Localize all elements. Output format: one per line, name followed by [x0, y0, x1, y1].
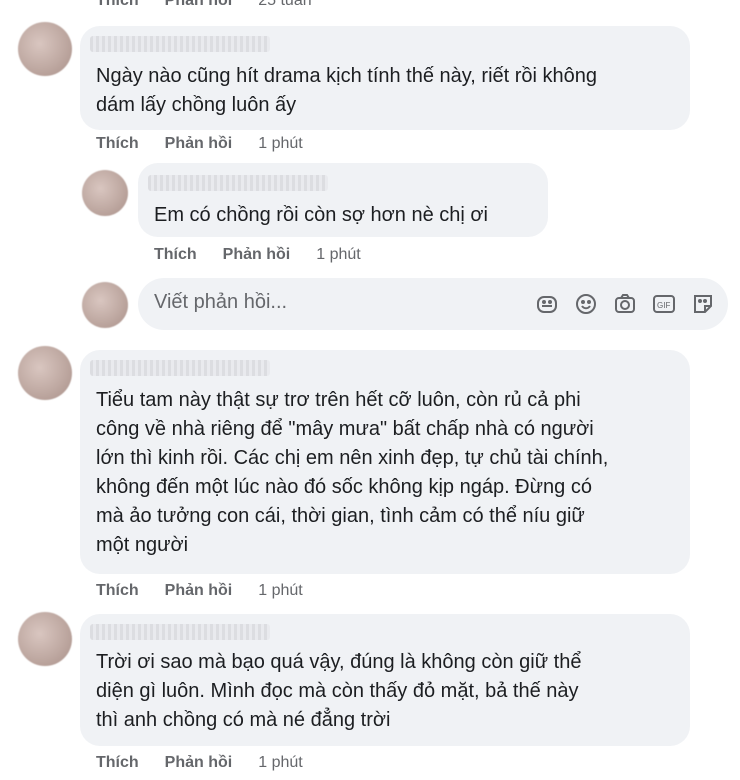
comment-text: Ngày nào cũng hít drama kịch tính thế nà…: [96, 65, 598, 116]
comment-time[interactable]: 1 phút: [258, 754, 302, 772]
comment-time[interactable]: 25 tuần: [258, 0, 311, 10]
comment-time[interactable]: 1 phút: [316, 246, 360, 264]
like-button[interactable]: Thích: [96, 582, 139, 600]
comment-time[interactable]: 1 phút: [258, 135, 302, 153]
camera-icon[interactable]: [612, 291, 638, 317]
comment-text: Em có chồng rồi còn sợ hơn nè chị ơi: [154, 204, 488, 226]
like-button[interactable]: Thích: [154, 246, 197, 264]
reply-tools: GIF: [534, 291, 716, 317]
commenter-name-redacted[interactable]: [90, 624, 270, 640]
svg-text:GIF: GIF: [657, 301, 670, 310]
sticker-icon[interactable]: [534, 291, 560, 317]
like-button[interactable]: Thích: [96, 135, 139, 153]
commenter-name-redacted[interactable]: [90, 36, 270, 52]
comment-text: Tiểu tam này thật sự trơ trên hết cỡ luô…: [96, 389, 609, 556]
comment-actions: Thích Phản hồi 1 phút: [96, 582, 303, 600]
reply-button[interactable]: Phản hồi: [165, 754, 233, 772]
sticker-face-icon[interactable]: [690, 291, 716, 317]
reply-input-placeholder[interactable]: Viết phản hồi...: [154, 291, 287, 314]
comment-text: Trời ơi sao mà bạo quá vậy, đúng là khôn…: [96, 651, 582, 731]
comment-actions: Thích Phản hồi 1 phút: [96, 754, 303, 772]
reply-button[interactable]: Phản hồi: [165, 582, 233, 600]
reply-button[interactable]: Phản hồi: [165, 135, 233, 153]
top-comment-actions: Thích Phản hồi 25 tuần: [96, 0, 312, 10]
avatar: [82, 282, 128, 328]
like-button[interactable]: Thích: [96, 0, 139, 10]
reply-button[interactable]: Phản hồi: [223, 246, 291, 264]
avatar[interactable]: [18, 346, 72, 400]
reply-actions: Thích Phản hồi 1 phút: [154, 246, 361, 264]
comment-bubble: Tiểu tam này thật sự trơ trên hết cỡ luô…: [80, 350, 690, 574]
avatar[interactable]: [18, 612, 72, 666]
avatar[interactable]: [82, 170, 128, 216]
reply-bubble: Em có chồng rồi còn sợ hơn nè chị ơi: [138, 163, 548, 237]
emoji-icon[interactable]: [573, 291, 599, 317]
avatar[interactable]: [18, 22, 72, 76]
reply-button[interactable]: Phản hồi: [165, 0, 233, 10]
commenter-name-redacted[interactable]: [148, 175, 328, 191]
comment-bubble: Trời ơi sao mà bạo quá vậy, đúng là khôn…: [80, 614, 690, 746]
gif-icon[interactable]: GIF: [651, 291, 677, 317]
comment-time[interactable]: 1 phút: [258, 582, 302, 600]
comment-bubble: Ngày nào cũng hít drama kịch tính thế nà…: [80, 26, 690, 130]
commenter-name-redacted[interactable]: [90, 360, 270, 376]
reply-input[interactable]: Viết phản hồi... GIF: [138, 278, 728, 330]
like-button[interactable]: Thích: [96, 754, 139, 772]
comment-actions: Thích Phản hồi 1 phút: [96, 135, 303, 153]
